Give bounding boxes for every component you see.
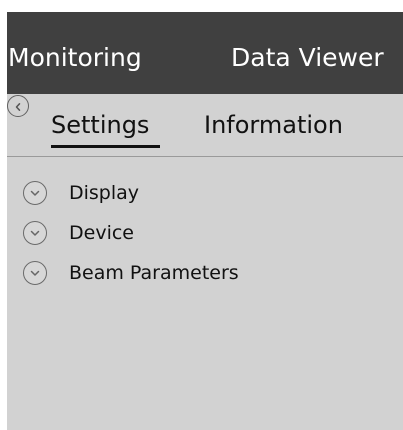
section-beam-parameters[interactable]: Beam Parameters bbox=[7, 259, 403, 289]
app-window: Monitoring Data Viewer Settings Informat… bbox=[0, 0, 403, 430]
chevron-left-circle-icon bbox=[13, 97, 23, 116]
back-button[interactable] bbox=[7, 95, 29, 117]
section-beam-parameters-label: Beam Parameters bbox=[69, 262, 239, 284]
section-device-label: Device bbox=[69, 222, 134, 244]
tab-information[interactable]: Information bbox=[204, 110, 343, 140]
section-device[interactable]: Device bbox=[7, 219, 403, 249]
top-tab-monitoring[interactable]: Monitoring bbox=[8, 42, 142, 74]
top-tab-data-viewer[interactable]: Data Viewer bbox=[231, 42, 384, 74]
chevron-down-circle-icon[interactable] bbox=[23, 181, 47, 205]
settings-section-list: Display Device Beam Parameters bbox=[7, 157, 403, 289]
chevron-down-circle-icon[interactable] bbox=[23, 261, 47, 285]
active-tab-underline bbox=[51, 145, 160, 148]
section-display-label: Display bbox=[69, 182, 140, 204]
chevron-down-circle-icon[interactable] bbox=[23, 221, 47, 245]
tab-settings[interactable]: Settings bbox=[51, 110, 149, 140]
main-panel: Monitoring Data Viewer Settings Informat… bbox=[7, 12, 403, 430]
section-display[interactable]: Display bbox=[7, 179, 403, 209]
sub-tabs-bar: Settings Information bbox=[7, 94, 403, 157]
top-navigation-bar: Monitoring Data Viewer bbox=[7, 12, 403, 94]
